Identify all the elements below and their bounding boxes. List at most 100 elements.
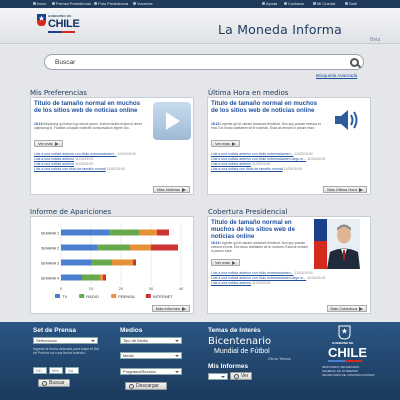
mas-ultima-hora-button[interactable]: Más Última Hora bbox=[323, 186, 367, 193]
search-input[interactable]: Buscar bbox=[44, 54, 364, 70]
x-tick-label: 20 bbox=[119, 286, 124, 291]
bar-segment-radio bbox=[82, 274, 100, 281]
tipo-medio-select[interactable]: Tipo de Medio bbox=[120, 337, 182, 344]
top-nav: Inicio Prensa Presidencia Foto Presidenc… bbox=[0, 0, 400, 8]
mundial-link[interactable]: Mundial de Fútbol bbox=[214, 348, 270, 355]
home-icon bbox=[33, 2, 36, 6]
nav-prensa-presidencia[interactable]: Prensa Presidencia bbox=[52, 1, 91, 7]
category-label: SEMANA 3 bbox=[41, 262, 59, 266]
legend-swatch bbox=[145, 294, 151, 298]
cobertura-links: Link a una noticia anterior con título e… bbox=[211, 271, 325, 286]
search-icon bbox=[42, 381, 47, 386]
list-item: Link a una noticia con título de tamaño … bbox=[211, 167, 302, 171]
cobertura-body: 18:15 Legente qui et claram anuseam finc… bbox=[211, 241, 308, 253]
bar-segment-prensa bbox=[100, 274, 103, 281]
mail-icon bbox=[284, 2, 287, 6]
descargar-button[interactable]: Descargar bbox=[125, 382, 167, 390]
x-tick-label: 10 bbox=[89, 286, 94, 291]
site-header: GOBIERNO DE CHILE La Moneda Informa Beta bbox=[0, 8, 400, 44]
arrow-right-icon bbox=[182, 306, 186, 311]
voice-icon bbox=[133, 2, 136, 6]
mis-preferencias-panel: Titulo de tamaño normal en muchos de los… bbox=[30, 97, 194, 195]
mas-cobertura-button[interactable]: Más Cobertura bbox=[326, 305, 367, 312]
mis-informes-title: Mis Informes bbox=[208, 363, 249, 370]
legend-label: INTERNET bbox=[153, 294, 174, 299]
nav-inicio[interactable]: Inicio bbox=[33, 1, 46, 7]
help-icon bbox=[262, 2, 265, 6]
mas-noticias-button[interactable]: Más Noticias bbox=[153, 186, 190, 193]
day-input[interactable]: DD bbox=[33, 367, 47, 374]
list-item: Link a una noticia con título de tamaño … bbox=[34, 167, 125, 171]
nav-ayuda[interactable]: Ayuda bbox=[262, 1, 277, 7]
bar-segment-radio bbox=[109, 229, 139, 236]
bar-segment-internet bbox=[133, 259, 136, 266]
ultima-hora-panel: Titulo de tamaño normal en muchos de los… bbox=[207, 97, 371, 195]
cobertura-panel: Titulo de tamaño normal en muchos de los… bbox=[207, 216, 371, 314]
search-placeholder: Buscar bbox=[55, 59, 76, 66]
set-prensa-title: Set de Prensa bbox=[33, 327, 76, 334]
legend-label: PRENSA bbox=[118, 294, 135, 299]
mis-preferencias-title: Mis Preferencias bbox=[30, 89, 87, 97]
medio-select[interactable]: Medio bbox=[120, 352, 182, 359]
mis-preferencias-links: Link a una noticia anterior con título e… bbox=[34, 152, 136, 172]
informe-title: Informe de Apariciones bbox=[30, 208, 112, 216]
ver-button[interactable]: Ver bbox=[230, 372, 252, 380]
cobertura-headline[interactable]: Titulo de tamaño normal en muchos de los… bbox=[211, 219, 311, 240]
president-photo[interactable] bbox=[314, 219, 360, 269]
bicentenario-link[interactable]: Bicentenario bbox=[208, 336, 271, 347]
gobierno-logo[interactable]: GOBIERNO DE CHILE bbox=[34, 10, 80, 40]
advanced-search-link[interactable]: Búsqueda Avanzada bbox=[316, 73, 357, 78]
search-icon[interactable] bbox=[350, 58, 359, 67]
bar-segment-radio bbox=[97, 244, 130, 251]
photo-icon bbox=[94, 2, 97, 6]
medios-title: Medios bbox=[120, 327, 143, 334]
logout-icon bbox=[345, 2, 348, 6]
legend-label: RADIO bbox=[86, 294, 99, 299]
speaker-icon[interactable] bbox=[332, 105, 362, 135]
download-icon bbox=[129, 384, 134, 389]
nav-contacto[interactable]: Contacto bbox=[284, 1, 304, 7]
arrow-right-icon bbox=[359, 187, 363, 192]
informe-panel: 0 10 20 30 40 SEMANA 1 SEMANA 2 SEMANA 3 SEMANA … bbox=[30, 216, 194, 314]
bar-segment-prensa bbox=[130, 244, 151, 251]
bar-segment-internet bbox=[103, 274, 106, 281]
year-input[interactable]: AA bbox=[65, 367, 79, 374]
list-item: Link a una noticia anterior 11/03/15:00 bbox=[211, 281, 271, 285]
news-icon bbox=[52, 2, 55, 6]
bar-segment-tv bbox=[61, 274, 82, 281]
ultima-hora-body: 18:15 Legente qui et claram anuseam finc… bbox=[211, 122, 321, 130]
otros-temas-link[interactable]: Otros Temas bbox=[268, 356, 291, 361]
mas-informes-button[interactable]: Más Informes bbox=[151, 305, 190, 312]
footer-panel: Set de Prensa Seleccionar Ingrese la fec… bbox=[0, 322, 400, 400]
cobertura-ver-mas-button[interactable]: Ver más bbox=[211, 259, 240, 266]
bar-segment-radio bbox=[91, 259, 112, 266]
user-icon bbox=[313, 2, 316, 6]
mis-preferencias-headline[interactable]: Titulo de tamaño normal en muchos de los… bbox=[34, 100, 144, 114]
bar-segment-tv bbox=[61, 229, 109, 236]
nav-salir[interactable]: Salir bbox=[345, 1, 357, 7]
nav-foto-presidencia[interactable]: Foto Presidencia bbox=[94, 1, 128, 7]
month-input[interactable]: MM bbox=[49, 367, 63, 374]
ultima-hora-ver-mas-button[interactable]: Ver más bbox=[211, 140, 240, 147]
set-prensa-select[interactable]: Seleccionar bbox=[33, 337, 98, 344]
programa-select[interactable]: Programa/Sección bbox=[120, 368, 182, 375]
buscar-button[interactable]: Buscar bbox=[38, 379, 70, 387]
mis-preferencias-ver-mas-button[interactable]: Ver más bbox=[34, 140, 63, 147]
mis-informes-select[interactable] bbox=[208, 373, 228, 380]
arrow-right-icon bbox=[231, 141, 236, 146]
video-thumbnail[interactable] bbox=[153, 102, 191, 140]
nav-mi-cuenta[interactable]: Mi Cuenta bbox=[313, 1, 335, 7]
coat-of-arms-icon bbox=[338, 325, 351, 340]
arrow-right-icon bbox=[359, 306, 363, 311]
arrow-right-icon bbox=[54, 141, 59, 146]
bar-segment-internet bbox=[157, 229, 169, 236]
ultima-hora-links: Link a una noticia anterior con título e… bbox=[211, 152, 325, 172]
bar-segment-internet bbox=[151, 244, 178, 251]
x-tick-label: 40 bbox=[179, 286, 184, 291]
beta-badge: Beta bbox=[370, 37, 381, 43]
nav-vocerias[interactable]: Vocerías bbox=[133, 1, 153, 7]
arrow-right-icon bbox=[231, 260, 236, 265]
legend-swatch bbox=[111, 294, 117, 298]
ultima-hora-headline[interactable]: Titulo de tamaño normal en muchos de los… bbox=[211, 100, 321, 114]
mis-preferencias-body: 18:15 Adipiscing qui totion typi dolore … bbox=[34, 122, 142, 130]
